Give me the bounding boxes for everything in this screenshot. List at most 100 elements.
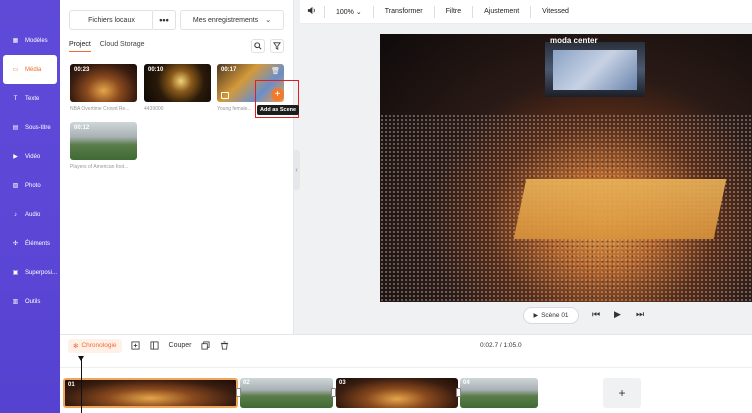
search-icon: [254, 42, 262, 50]
adjust-button[interactable]: Ajustement: [484, 8, 519, 15]
split-view-icon[interactable]: [150, 341, 160, 351]
media-thumb[interactable]: 00:23: [70, 64, 137, 102]
clip-resize-handle[interactable]: [331, 388, 336, 397]
speed-button[interactable]: Vitessed: [542, 8, 569, 15]
duration: 00:10: [148, 67, 164, 73]
divider: [372, 5, 374, 18]
sidebar-item-label: Audio: [25, 211, 41, 218]
add-clip-button[interactable]: +: [603, 378, 641, 408]
divider: [324, 5, 325, 18]
sidebar-item-label: Sous-titre: [25, 124, 51, 131]
timeline-toggle[interactable]: ✻ Chronologie: [68, 338, 122, 353]
duration: 00:12: [74, 125, 90, 131]
sidebar-item-photo[interactable]: ▨ Photo: [3, 171, 57, 200]
sidebar-item-media[interactable]: ▭ Média: [3, 55, 57, 84]
chevron-down-icon: ⌄: [265, 17, 272, 24]
volume-icon[interactable]: [307, 6, 316, 17]
skip-forward-icon[interactable]: ⏭: [636, 309, 644, 320]
media-thumb[interactable]: 00:10: [144, 64, 211, 102]
sidebar-item-label: Superposi...: [24, 269, 57, 276]
divider: [530, 5, 532, 18]
timeline-label: Chronologie: [81, 342, 117, 349]
clip-resize-handle[interactable]: [236, 388, 241, 397]
sidebar-item-label: Texte: [25, 95, 40, 102]
photo-icon: ▨: [12, 183, 19, 189]
media-caption: Players of American foot...: [70, 164, 129, 170]
sidebar-item-elements[interactable]: ✣ Éléments: [3, 229, 57, 258]
sidebar-item-label: Outils: [25, 298, 41, 305]
time-ruler: [60, 356, 752, 368]
elements-icon: ✣: [12, 241, 19, 247]
image-icon: [221, 92, 229, 99]
sidebar-item-video[interactable]: ▶ Vidéo: [3, 142, 57, 171]
timeline-clip[interactable]: 03: [336, 378, 458, 408]
editor-toolbar: 100% ⌄ Transformer Filtre Ajustement Vit…: [300, 0, 752, 24]
subtitle-icon: ▤: [12, 125, 19, 131]
sidebar-item-label: Média: [25, 66, 42, 73]
playback-time: 0:02.7 / 1:05.0: [480, 342, 522, 349]
duration: 00:17: [221, 67, 237, 73]
skip-back-icon[interactable]: ⏮: [592, 309, 600, 320]
timeline-toolbar: ✻ Chronologie Couper 0:02.7 / 1:05.0: [60, 334, 752, 356]
timeline-icon: ✻: [73, 342, 79, 350]
play-icon[interactable]: ▶: [614, 309, 621, 320]
chevron-left-icon: ‹: [295, 166, 298, 174]
audio-icon: ♪: [14, 211, 17, 218]
sidebar: ▦ Modèles ▭ Média T Texte ▤ Sous-titre ▶ Vidéo ▨ Ph…: [0, 0, 60, 413]
jumbotron: [545, 42, 645, 97]
media-icon: ▭: [12, 67, 19, 73]
sidebar-item-tools[interactable]: ▥ Outils: [3, 287, 57, 316]
timeline-clip[interactable]: 02: [240, 378, 333, 408]
search-button[interactable]: [251, 39, 265, 53]
filter-tool-button[interactable]: Filtre: [446, 8, 462, 15]
sidebar-item-label: Éléments: [25, 240, 51, 247]
zoom-value: 100%: [336, 8, 354, 16]
clip-number: 01: [68, 382, 75, 388]
divider: [472, 5, 474, 18]
collapse-panel-handle[interactable]: ‹: [293, 150, 300, 190]
tools-icon: ▥: [12, 299, 19, 305]
tab-project[interactable]: Project: [69, 41, 91, 52]
recordings-label: Mes enregistrements: [192, 16, 259, 24]
zoom-select[interactable]: 100% ⌄: [336, 8, 362, 16]
video-preview[interactable]: moda center: [380, 34, 752, 302]
timeline-clip[interactable]: 01: [63, 378, 238, 408]
scene-label: Scène 01: [541, 312, 569, 319]
filter-button[interactable]: [270, 39, 284, 53]
sidebar-item-audio[interactable]: ♪ Audio: [3, 200, 57, 229]
text-icon: T: [13, 95, 18, 102]
basketball-court: [513, 179, 727, 239]
media-caption: 4439000: [144, 106, 164, 112]
timeline-clip[interactable]: 04: [460, 378, 538, 408]
clip-resize-handle[interactable]: [456, 388, 461, 397]
arena-banner: moda center: [550, 36, 598, 45]
duration: 00:23: [74, 67, 90, 73]
tab-cloud-storage[interactable]: Cloud Storage: [100, 41, 145, 52]
template-icon: ▦: [12, 38, 19, 44]
local-files-button[interactable]: Fichiers locaux: [69, 10, 154, 30]
clip-number: 03: [339, 380, 346, 386]
sidebar-item-template[interactable]: ▦ Modèles: [3, 26, 57, 55]
duplicate-icon[interactable]: [200, 341, 210, 351]
cut-button[interactable]: Couper: [169, 342, 192, 349]
trash-icon[interactable]: 🗑: [271, 67, 280, 75]
scene-selector[interactable]: ▶ Scène 01: [523, 307, 579, 324]
my-recordings-dropdown[interactable]: Mes enregistrements ⌄: [180, 10, 284, 30]
sidebar-item-text[interactable]: T Texte: [3, 84, 57, 113]
sidebar-item-subtitle[interactable]: ▤ Sous-titre: [3, 113, 57, 142]
clip-number: 04: [463, 380, 470, 386]
filter-icon: [273, 42, 281, 50]
media-thumb[interactable]: 00:12: [70, 122, 137, 160]
playhead[interactable]: [78, 356, 84, 413]
add-frame-icon[interactable]: [131, 341, 141, 351]
video-icon: ▶: [13, 154, 18, 160]
play-small-icon: ▶: [533, 313, 539, 319]
sidebar-item-label: Photo: [25, 182, 41, 189]
sidebar-item-overlay[interactable]: ▣ Superposi...: [3, 258, 57, 287]
delete-icon[interactable]: [219, 341, 229, 351]
more-options-button[interactable]: •••: [152, 10, 176, 30]
media-tabs: Project Cloud Storage: [69, 41, 154, 52]
media-caption: NBA Overtime Crowd Re...: [70, 106, 130, 112]
sidebar-item-label: Vidéo: [25, 153, 41, 160]
transform-button[interactable]: Transformer: [385, 8, 423, 15]
